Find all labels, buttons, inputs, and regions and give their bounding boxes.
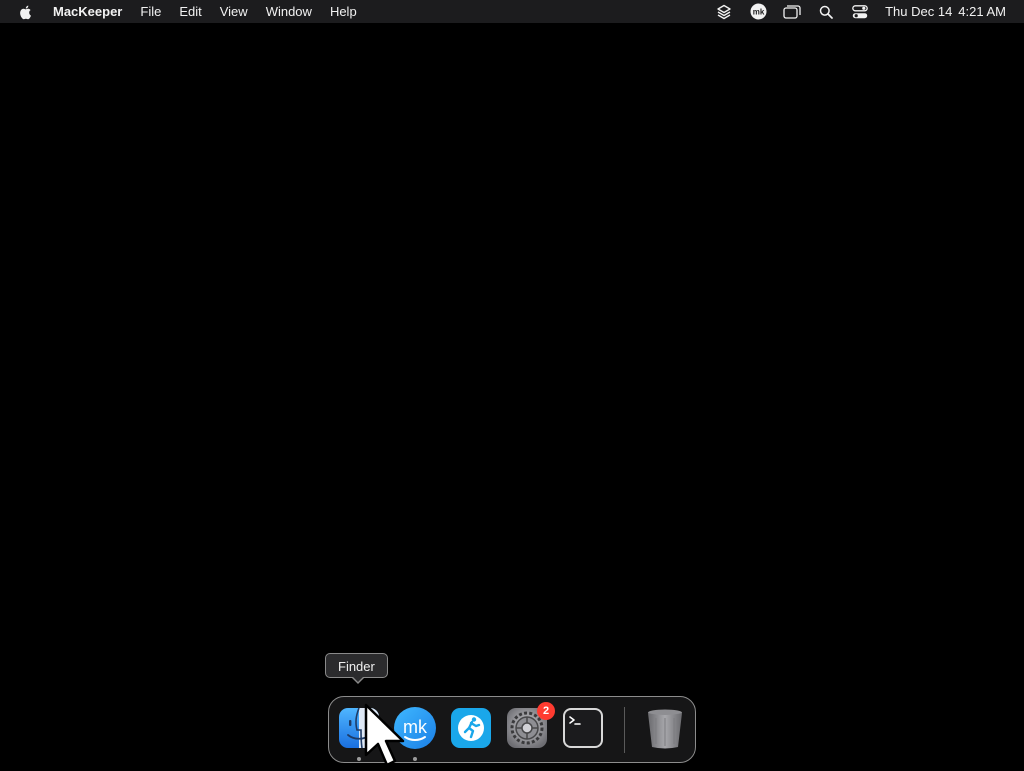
menu-file[interactable]: File [131,0,170,23]
layers-icon[interactable] [715,4,733,20]
dock-tooltip: Finder [325,653,388,678]
screen-mirroring-icon[interactable] [783,4,801,20]
menu-help[interactable]: Help [321,0,366,23]
dock-item-trash[interactable] [643,706,687,750]
trash-icon [648,709,682,749]
menu-window[interactable]: Window [257,0,321,23]
spotlight-search-icon[interactable] [817,4,835,20]
menu-view[interactable]: View [211,0,257,23]
menu-bar: MacKeeper File Edit View Window Help mk … [0,0,1024,23]
svg-text:mk: mk [752,8,764,17]
dock-item-terminal[interactable] [561,706,605,750]
dock-separator [624,707,625,753]
menu-app-name[interactable]: MacKeeper [44,0,131,23]
running-figure-icon [451,708,491,748]
dock-item-fitness[interactable] [449,706,493,750]
running-indicator [357,757,361,761]
mackeeper-icon[interactable]: mk [749,3,767,20]
apple-icon[interactable] [18,4,34,20]
clock-date: Thu Dec 14 [885,4,953,19]
notification-badge: 2 [537,702,555,720]
clock-time: 4:21 AM [958,4,1006,19]
terminal-icon [563,708,603,748]
running-indicator [413,757,417,761]
control-center-icon[interactable] [851,4,869,20]
dock-item-system-settings[interactable]: 2 [505,702,555,750]
menu-edit[interactable]: Edit [170,0,210,23]
menu-bar-clock[interactable]: Thu Dec 14 4:21 AM [885,4,1006,19]
tooltip-arrow-fill [352,676,364,682]
mouse-cursor-icon [364,703,405,767]
